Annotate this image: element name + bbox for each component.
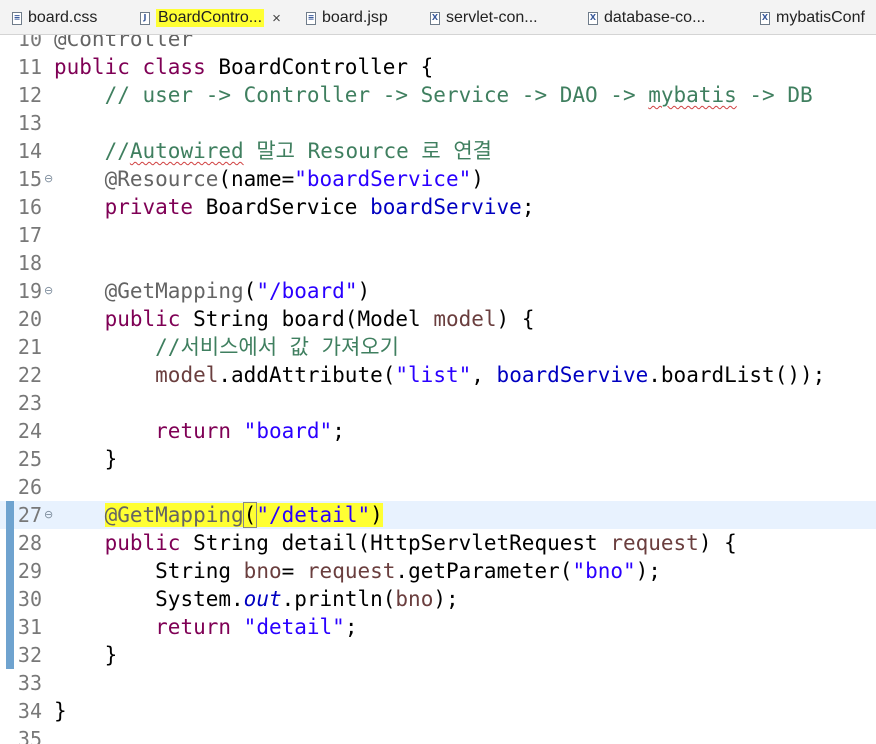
close-icon[interactable]: × [272,10,281,27]
line-number: 17 [17,223,42,247]
code-editor[interactable]: 10 @Controller 11 public class BoardCont… [0,35,876,744]
line-number: 23 [17,391,42,415]
change-marker [6,557,14,585]
line-number: 28 [17,531,42,555]
code-line: 22 model.addAttribute("list", boardServi… [17,363,826,387]
line-number: 15 [17,167,42,191]
spelling-warning: Autowired [129,139,244,163]
line-number: 31 [17,615,42,639]
line-number: 24 [17,419,42,443]
code-line: 14 //Autowired 말고 Resource 로 연결 [17,139,492,163]
line-number: 26 [17,475,42,499]
code-line: 15 ⊖ @Resource(name="boardService") [17,165,484,193]
tab-board-jsp[interactable]: ≡ board.jsp [306,5,388,31]
code-line: 23 [0,389,876,417]
line-number: 20 [17,307,42,331]
code-line: 34 } [17,699,67,723]
change-marker [6,501,14,529]
code-line: 21 //서비스에서 값 가져오기 [17,335,399,359]
code-line: 10 @Controller [0,35,876,53]
xml-file-icon: X [760,11,770,25]
change-marker [6,613,14,641]
line-number: 27 [17,503,42,527]
xml-file-icon: X [430,11,440,25]
xml-file-icon: X [588,11,598,25]
line-number: 35 [17,727,42,744]
tab-board-controller[interactable]: J BoardContro... × [140,5,281,31]
code-line: 12 // user -> Controller -> Service -> D… [17,83,813,107]
line-number: 16 [17,195,42,219]
spelling-warning: mybatis [648,83,737,107]
change-marker [6,529,14,557]
tab-board-css[interactable]: ≡ board.css [12,5,97,31]
line-number: 30 [17,587,42,611]
fold-icon[interactable]: ⊖ [44,277,53,305]
code-line: 31 return "detail"; [0,613,876,641]
code-line: 25 } [17,447,118,471]
line-number: 19 [17,279,42,303]
code-line: 11 public class BoardController { [17,55,434,79]
code-line: 28 public String detail(HttpServletReque… [0,529,876,557]
tab-label: board.css [28,9,98,26]
line-number: 14 [17,139,42,163]
line-number: 33 [17,671,42,695]
css-file-icon: ≡ [12,11,22,25]
line-number: 11 [17,55,42,79]
tab-label: BoardContro... [156,9,265,27]
tab-servlet-context[interactable]: X servlet-con... [430,5,538,31]
code-line: 29 String bno= request.getParameter("bno… [0,557,876,585]
line-number: 21 [17,335,42,359]
fold-icon[interactable]: ⊖ [44,501,53,529]
code-line: 19 ⊖ @GetMapping("/board") [17,277,371,305]
tab-mybatis-config[interactable]: X mybatisConf [760,5,865,31]
code-line: 16 private BoardService boardServive; [17,195,535,219]
fold-icon[interactable]: ⊖ [44,165,53,193]
line-number: 29 [17,559,42,583]
code-line: 13 [0,109,876,137]
code-line: 20 public String board(Model model) { [17,307,535,331]
line-number: 25 [17,447,42,471]
bracket-match: ( [242,502,258,528]
tab-database-context[interactable]: X database-co... [588,5,705,31]
tab-label: mybatisConf [776,9,865,26]
code-line: 17 [0,221,876,249]
code-line: 26 [0,473,876,501]
tab-label: database-co... [604,9,706,26]
tab-label: servlet-con... [446,9,538,26]
code-line: 33 [0,669,876,697]
line-number: 34 [17,699,42,723]
line-number: 18 [17,251,42,275]
line-number: 13 [17,111,42,135]
change-marker [6,585,14,613]
code-line: 24 return "board"; [17,419,345,443]
line-number: 10 [17,35,42,51]
current-code-line: 27 ⊖ @GetMapping("/detail") [0,501,876,529]
line-number: 32 [17,643,42,667]
code-line: 30 System.out.println(bno); [0,585,876,613]
editor-tab-bar: ≡ board.css J BoardContro... × ≡ board.j… [0,0,876,35]
code-line: 35 [0,725,876,744]
tab-label: board.jsp [322,9,388,26]
code-line: 18 [0,249,876,277]
java-file-icon: J [140,11,150,25]
line-number: 12 [17,83,42,107]
jsp-file-icon: ≡ [306,11,316,25]
change-marker [6,641,14,669]
code-line: 32 } [0,641,876,669]
line-number: 22 [17,363,42,387]
